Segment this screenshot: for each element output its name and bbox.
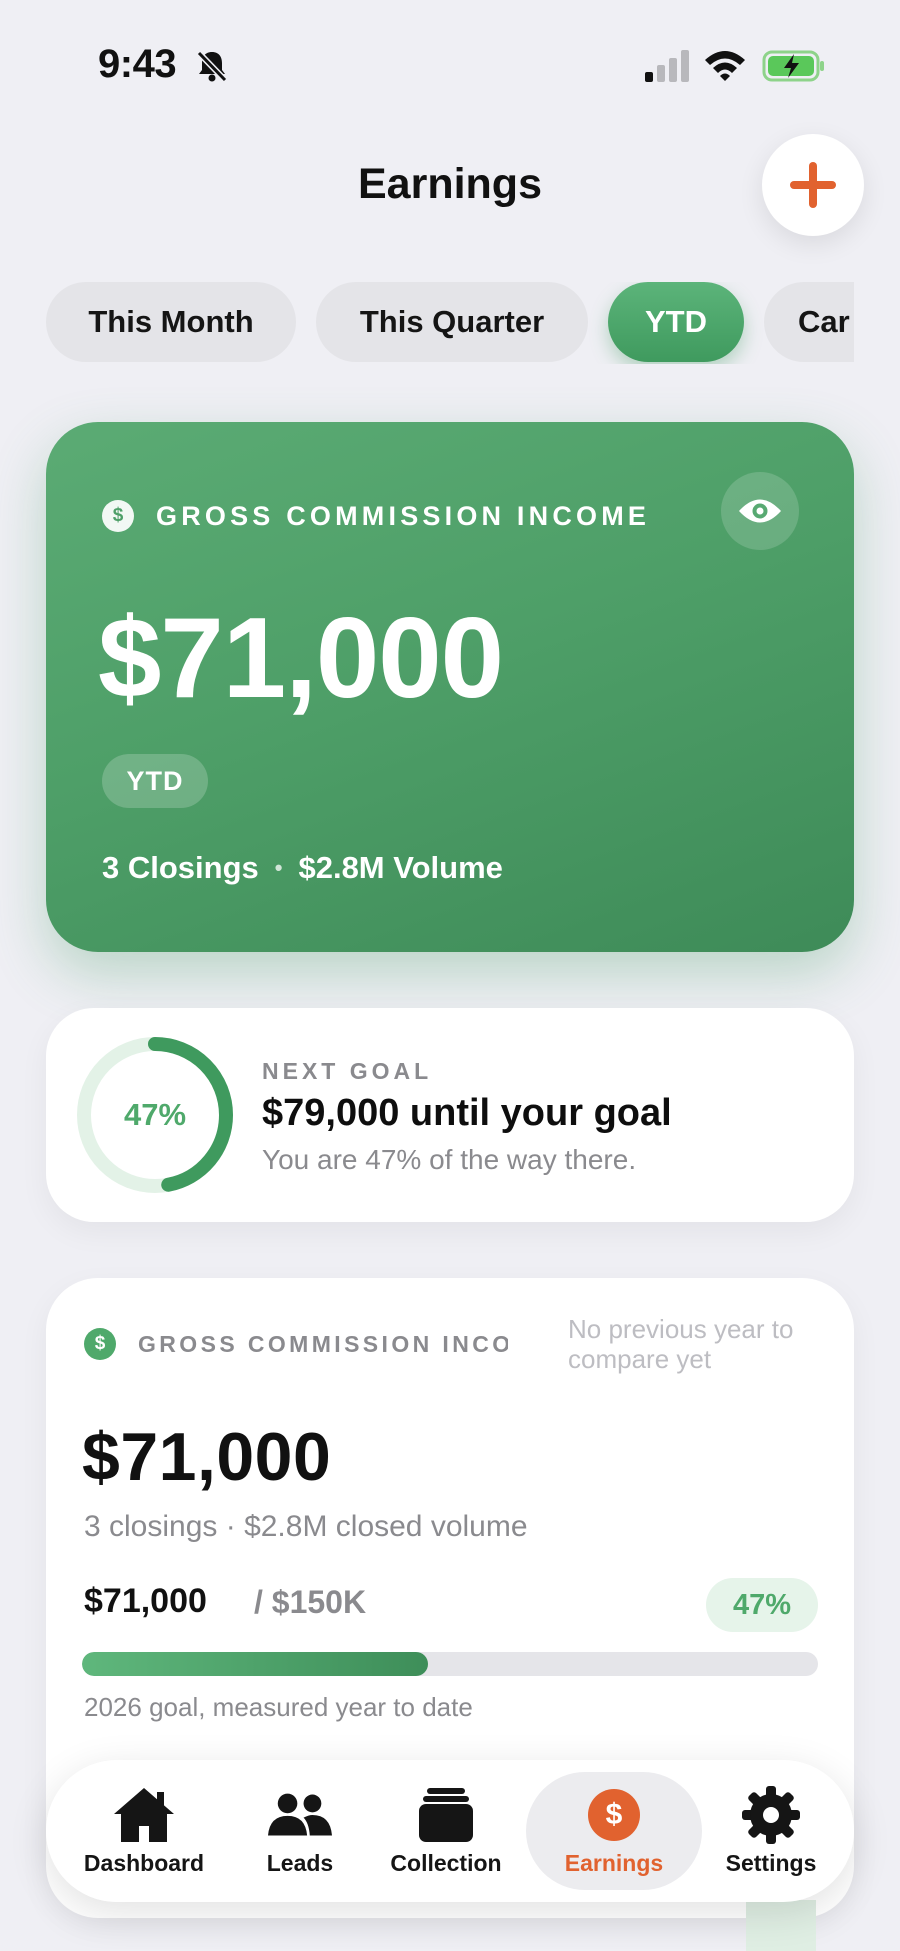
hero-amount: $71,000 bbox=[98, 595, 504, 722]
cell-signal-icon bbox=[645, 50, 689, 82]
goal-progress-fill bbox=[82, 1652, 428, 1676]
goal-title: $79,000 until your goal bbox=[262, 1092, 672, 1134]
hero-meta: 3 Closings • $2.8M Volume bbox=[102, 850, 503, 886]
dollar-icon: $ bbox=[84, 1328, 116, 1360]
summary-amount: $71,000 bbox=[82, 1419, 332, 1495]
hero-label: GROSS COMMISSION INCOME bbox=[156, 501, 651, 531]
tab-earnings[interactable]: $ Earnings bbox=[532, 1760, 696, 1902]
tab-dashboard[interactable]: Dashboard bbox=[66, 1760, 222, 1902]
scroll-peek bbox=[746, 1900, 816, 1951]
tab-settings[interactable]: Settings bbox=[706, 1760, 836, 1902]
add-button[interactable] bbox=[762, 134, 864, 236]
volume-total: $2.8M Volume bbox=[298, 850, 503, 885]
tab-label: Collection bbox=[390, 1849, 502, 1876]
progress-percent-badge: 47% bbox=[706, 1578, 818, 1632]
people-icon bbox=[268, 1793, 332, 1835]
status-time: 9:43 bbox=[98, 42, 177, 86]
period-filter: This Month This Quarter YTD Car bbox=[46, 282, 854, 364]
filter-this-month[interactable]: This Month bbox=[46, 282, 296, 362]
tab-collection[interactable]: Collection bbox=[376, 1760, 516, 1902]
dollar-circle-icon: $ bbox=[588, 1788, 640, 1841]
gear-icon bbox=[742, 1785, 800, 1844]
battery-icon bbox=[762, 50, 824, 82]
filter-ytd[interactable]: YTD bbox=[608, 282, 744, 362]
summary-label: GROSS COMMISSION INCO… bbox=[138, 1331, 508, 1357]
filter-this-quarter[interactable]: This Quarter bbox=[316, 282, 588, 362]
house-icon bbox=[114, 1787, 174, 1842]
eye-icon bbox=[739, 499, 781, 523]
progress-current: $71,000 bbox=[84, 1582, 207, 1620]
goal-subtitle: You are 47% of the way there. bbox=[262, 1144, 637, 1175]
comparison-note: No previous year to compare yet bbox=[568, 1314, 794, 1374]
next-goal-card[interactable]: 47% NEXT GOAL $79,000 until your goal Yo… bbox=[46, 1008, 854, 1222]
goal-percent: 47% bbox=[123, 1097, 187, 1132]
progress-target: / $150K bbox=[254, 1584, 367, 1620]
closings-count: 3 Closings bbox=[102, 850, 259, 885]
goal-eyebrow: NEXT GOAL bbox=[262, 1058, 433, 1084]
tab-label: Earnings bbox=[564, 1849, 664, 1876]
tab-label: Leads bbox=[266, 1849, 334, 1876]
tab-label: Dashboard bbox=[83, 1849, 205, 1876]
status-bar: 9:43 bbox=[0, 0, 900, 130]
filter-calendar-year[interactable]: Car bbox=[764, 282, 854, 362]
tab-bar: Dashboard Leads Collection $ Earnings Se… bbox=[46, 1760, 854, 1902]
goal-caption: 2026 goal, measured year to date bbox=[84, 1692, 473, 1722]
tab-leads[interactable]: Leads bbox=[240, 1760, 360, 1902]
wifi-icon bbox=[705, 51, 745, 81]
meta-separator: • bbox=[274, 855, 283, 880]
goal-progress-bar bbox=[82, 1652, 818, 1676]
plus-icon bbox=[790, 162, 836, 208]
silent-mode-icon bbox=[196, 50, 228, 83]
toggle-visibility-button[interactable] bbox=[721, 472, 799, 550]
tab-label: Settings bbox=[725, 1849, 817, 1876]
stack-icon bbox=[419, 1787, 473, 1842]
dollar-icon: $ bbox=[102, 500, 134, 532]
period-badge: YTD bbox=[102, 754, 208, 808]
gci-hero-card: $ GROSS COMMISSION INCOME $71,000 YTD 3 … bbox=[46, 422, 854, 952]
summary-meta: 3 closings · $2.8M closed volume bbox=[84, 1510, 528, 1543]
